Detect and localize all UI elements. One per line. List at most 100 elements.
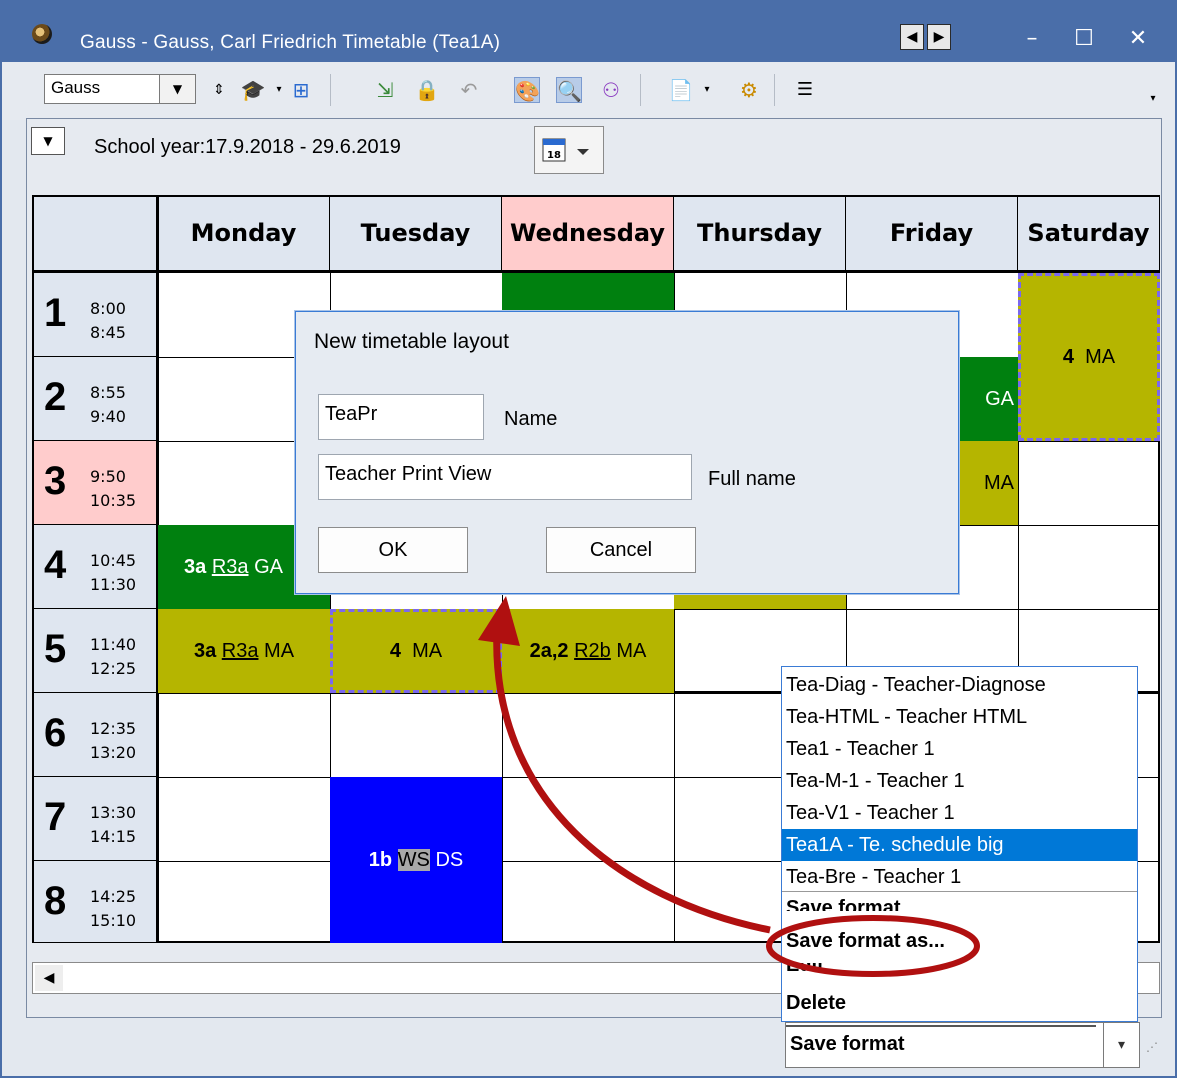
name-input[interactable]: TeaPr	[318, 394, 484, 440]
chevron-down-icon[interactable]: ▼	[159, 75, 195, 103]
format-option[interactable]: Tea-Diag - Teacher-Diagnose	[782, 669, 1137, 701]
teacher-cap-icon[interactable]: 🎓	[240, 77, 266, 103]
close-button[interactable]: ✕	[1120, 26, 1156, 51]
period-number: 1	[44, 291, 67, 335]
period-end: 10:35	[90, 491, 137, 510]
scroll-left-icon[interactable]: ◀	[35, 965, 63, 991]
people-icon[interactable]: ⚇	[598, 77, 624, 103]
calendar-icon: 18	[542, 138, 589, 162]
period-end: 12:25	[90, 659, 137, 678]
period-end: 13:20	[90, 743, 137, 762]
prev-arrow-icon[interactable]: ◀	[900, 24, 924, 50]
list-options-icon[interactable]: ☰	[792, 77, 818, 103]
corner-cell	[34, 197, 158, 271]
lesson-class: 3a	[193, 640, 217, 662]
save-format-as-item[interactable]: Save format as...	[782, 925, 1137, 957]
period-start: 8:55	[90, 383, 126, 402]
period-row-1: 1 8:00 8:45	[34, 273, 158, 357]
period-row-8: 8 14:25 15:10	[34, 861, 158, 943]
format-option[interactable]: Tea-HTML - Teacher HTML	[782, 701, 1137, 733]
toolbar-overflow-icon[interactable]: ▾	[1140, 86, 1166, 112]
ok-button[interactable]: OK	[318, 527, 468, 573]
lesson-subject: GA	[254, 556, 283, 578]
next-arrow-icon[interactable]: ▶	[927, 24, 951, 50]
lesson-tue-p7[interactable]: 1b WS DS	[330, 777, 502, 943]
day-header-saturday: Saturday	[1018, 197, 1160, 271]
lesson-subject: GA	[985, 388, 1014, 410]
element-select[interactable]: Gauss ▼	[44, 74, 196, 104]
window-title: Gauss - Gauss, Carl Friedrich Timetable …	[80, 32, 501, 53]
cancel-button[interactable]: Cancel	[546, 527, 696, 573]
export-icon[interactable]: ⇲	[372, 77, 398, 103]
format-select-value: Save format	[790, 1033, 905, 1055]
lesson-class: 3a	[184, 556, 207, 578]
period-start: 9:50	[90, 467, 126, 486]
format-option[interactable]: Tea-Bre - Teacher 1	[782, 861, 1137, 893]
toolbar-separator	[774, 74, 775, 106]
period-row-2: 2 8:55 9:40	[34, 357, 158, 441]
zoom-icon[interactable]: 🔍	[556, 77, 582, 103]
day-header-wednesday: Wednesday	[502, 197, 674, 271]
gear-icon[interactable]: ⚙	[736, 77, 762, 103]
format-option[interactable]: Tea-V1 - Teacher 1	[782, 797, 1137, 829]
lesson-subject: DS	[435, 849, 464, 871]
lesson-room: R3a	[221, 640, 259, 662]
lesson-subject: MA	[616, 640, 647, 662]
combo-top-line	[786, 1025, 1096, 1027]
lesson-wed-p1[interactable]	[502, 273, 674, 313]
period-start: 14:25	[90, 887, 137, 906]
save-format-item[interactable]: Save format	[782, 893, 1137, 911]
period-row-5: 5 11:40 12:25	[34, 609, 158, 693]
lesson-wed-p5[interactable]: 2a,2 R2b MA	[502, 609, 674, 693]
lesson-room: R3a	[211, 556, 249, 578]
edit-item[interactable]: Edit	[782, 963, 1137, 977]
period-number: 6	[44, 711, 67, 755]
lock-icon[interactable]: 🔒	[414, 77, 440, 103]
period-start: 12:35	[90, 719, 137, 738]
nav-arrows: ◀ ▶	[900, 24, 954, 52]
grid-icon[interactable]: ⊞	[288, 77, 314, 103]
lesson-subject: MA	[412, 640, 443, 662]
settings-doc-icon[interactable]: 📄	[668, 77, 694, 103]
period-number: 7	[44, 795, 67, 839]
school-year: School year:17.9.2018 - 29.6.2019	[94, 136, 401, 158]
lesson-class: 2a,2	[529, 640, 569, 662]
period-row-3: 3 9:50 10:35	[34, 441, 158, 525]
app-clock-icon	[32, 24, 52, 44]
delete-item[interactable]: Delete	[782, 987, 1137, 1019]
undo-icon[interactable]: ↶	[456, 77, 482, 103]
lesson-sat-p1[interactable]: 4 MA	[1018, 273, 1160, 441]
format-select[interactable]: Save format ▾	[785, 1022, 1140, 1068]
day-header-friday: Friday	[846, 197, 1018, 271]
lesson-tue-p5[interactable]: 4 MA	[330, 609, 502, 693]
period-row-4: 4 10:45 11:30	[34, 525, 158, 609]
title-bar: Gauss - Gauss, Carl Friedrich Timetable …	[2, 2, 1175, 62]
period-end: 8:45	[90, 323, 126, 342]
period-start: 10:45	[90, 551, 137, 570]
maximize-button[interactable]: ☐	[1066, 26, 1102, 51]
chevron-down-icon[interactable]: ▾	[1103, 1023, 1139, 1067]
calendar-button[interactable]: 18	[534, 126, 604, 174]
lesson-room: R2b	[574, 640, 611, 662]
fullname-input[interactable]: Teacher Print View	[318, 454, 692, 500]
resize-grip-icon[interactable]: ⋰	[1146, 1040, 1158, 1054]
lesson-mon-p5[interactable]: 3a R3a MA	[158, 609, 330, 693]
format-option[interactable]: Tea-M-1 - Teacher 1	[782, 765, 1137, 797]
format-option-selected[interactable]: Tea1A - Te. schedule big	[782, 829, 1137, 861]
period-end: 15:10	[90, 911, 137, 930]
format-option[interactable]: Tea1 - Teacher 1	[782, 733, 1137, 765]
element-select-value: Gauss	[51, 78, 101, 97]
lesson-subject: MA	[264, 640, 295, 662]
year-dropdown[interactable]: ▼	[31, 127, 65, 155]
toolbar-separator	[640, 74, 641, 106]
lesson-class: 4	[389, 640, 401, 662]
day-header-thursday: Thursday	[674, 197, 846, 271]
lesson-subject: MA	[984, 472, 1014, 494]
period-number: 4	[44, 543, 67, 587]
new-layout-dialog: New timetable layout TeaPr Name Teacher …	[295, 311, 959, 594]
palette-icon[interactable]: 🎨	[514, 77, 540, 103]
chevron-down-icon[interactable]: ▾	[694, 77, 720, 103]
minimize-button[interactable]: –	[1014, 26, 1050, 51]
spinner-icon[interactable]: ⇕	[206, 77, 232, 103]
period-start: 13:30	[90, 803, 137, 822]
